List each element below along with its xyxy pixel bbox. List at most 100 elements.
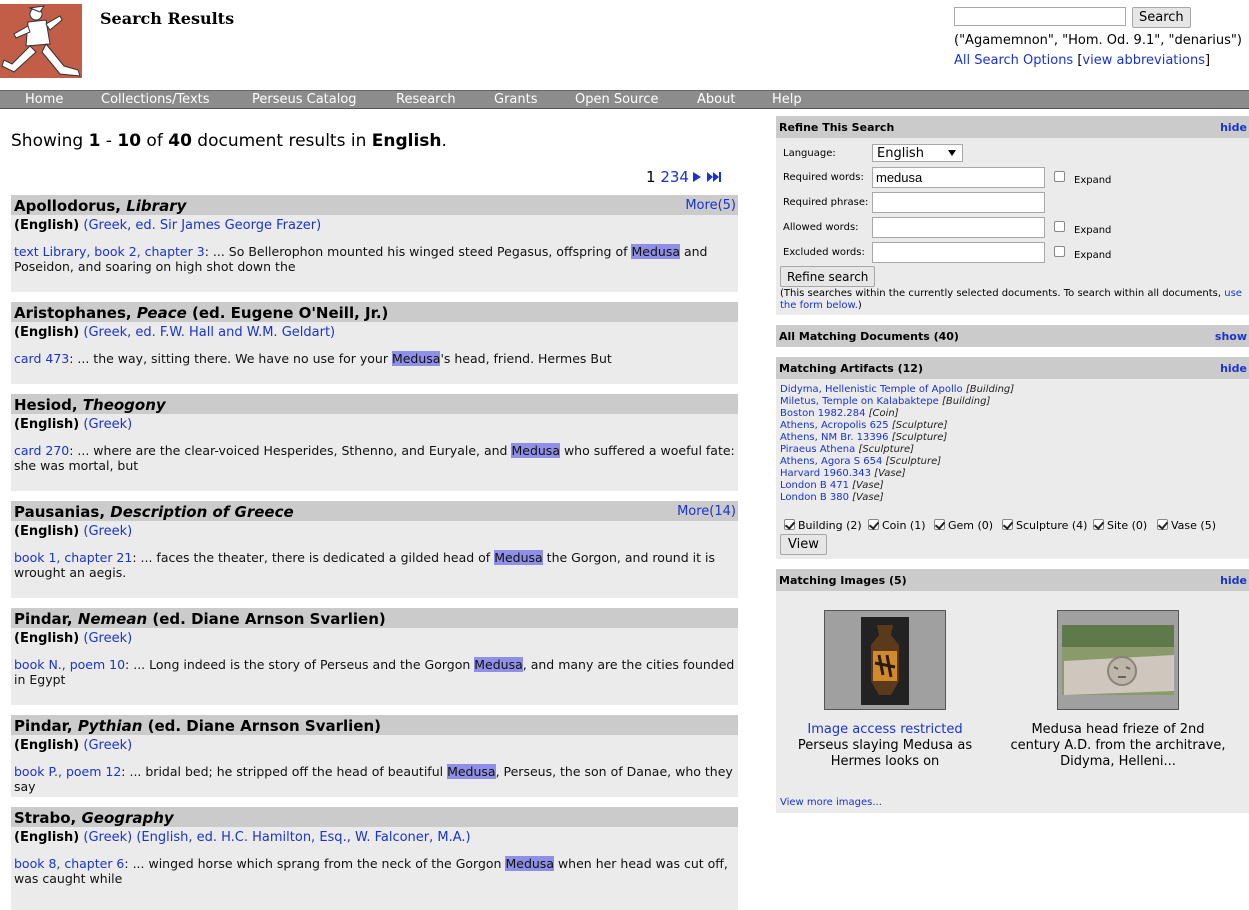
result-snippet: book 8, chapter 6: ... winged horse whic… [14,856,735,886]
artifacts-hide-link[interactable]: hide [1220,362,1247,375]
all-search-options-link[interactable]: All Search Options [954,53,1073,68]
image-thumbnail-vase[interactable] [824,610,946,710]
type-filter-vase[interactable]: Vase (5) [1157,519,1216,532]
building-checkbox[interactable] [784,519,795,530]
summary-prefix: Showing [11,131,89,151]
page-3-link[interactable]: 3 [670,168,680,186]
next-page-icon[interactable] [692,172,701,182]
view-artifacts-button[interactable]: View [780,534,827,555]
required-phrase-label: Required phrase: [783,197,869,208]
expand-required-checkbox[interactable] [1054,171,1065,182]
image-caption-1: Image access restricted Perseus slaying … [775,722,995,770]
result-title[interactable]: Pindar, Nemean (ed. Diane Arnson Svarlie… [14,610,386,628]
result-ref-link[interactable]: text Library, book 2, chapter 3 [14,244,205,259]
result-author: Pindar, [14,610,73,628]
result-title[interactable]: Pindar, Pythian (ed. Diane Arnson Svarli… [14,717,381,735]
type-filter-coin[interactable]: Coin (1) [868,519,926,532]
result-ref-link[interactable]: book 8, chapter 6 [14,856,124,871]
nav-open-source[interactable]: Open Source [575,91,659,109]
images-hide-link[interactable]: hide [1220,574,1247,587]
result-work: Pythian [77,717,143,735]
nav-about[interactable]: About [697,91,735,109]
result-source-link[interactable]: (Greek, ed. Sir James George Frazer) [83,218,321,233]
type-filter-building[interactable]: Building (2) [784,519,862,532]
artifact-link[interactable]: Athens, NM Br. 13396 [780,432,889,443]
artifact-link[interactable]: London B 380 [780,492,849,503]
result-source-link[interactable]: (Greek) [83,631,132,646]
nav-home[interactable]: Home [25,91,63,109]
images-header: Matching Images (5) hide [776,569,1249,591]
result-title[interactable]: Strabo, Geography [14,809,174,827]
expand-allowed-checkbox[interactable] [1054,221,1065,232]
result-ref-link[interactable]: book P., poem 12 [14,764,121,779]
vase-checkbox[interactable] [1157,519,1168,530]
image-thumbnail-frieze[interactable] [1057,610,1179,710]
search-button[interactable]: Search [1132,7,1191,28]
nav-collections-texts[interactable]: Collections/Texts [101,91,210,109]
result-source-link[interactable]: (Greek) [83,738,132,753]
view-abbreviations-link[interactable]: view abbreviations [1082,53,1205,68]
artifact-link[interactable]: Athens, Acropolis 625 [780,420,889,431]
artifacts-title: Matching Artifacts (12) [779,362,923,375]
refine-search-button[interactable]: Refine search [780,266,876,287]
all-documents-show-link[interactable]: show [1215,330,1247,343]
image-access-restricted-link[interactable]: Image access restricted [775,722,995,738]
perseus-logo[interactable] [0,4,82,78]
result-source-link[interactable]: (Greek) [83,830,132,845]
nav-grants[interactable]: Grants [494,91,538,109]
coin-checkbox[interactable] [868,519,879,530]
result-ref-link[interactable]: card 473 [14,351,69,366]
result-title[interactable]: Hesiod, Theogony [14,396,166,414]
language-select[interactable]: English [872,144,963,162]
result-source-link[interactable]: (Greek, ed. F.W. Hall and W.M. Geldart) [83,325,335,340]
artifact-link[interactable]: Didyma, Hellenistic Temple of Apollo [780,384,963,395]
artifact-link[interactable]: Harvard 1960.343 [780,468,871,479]
artifact-type: [Vase] [852,492,884,503]
sculpture-checkbox[interactable] [1002,519,1013,530]
page-2-link[interactable]: 2 [660,168,670,186]
result-source-link[interactable]: (Greek) [83,524,132,539]
nav-research[interactable]: Research [396,91,456,109]
search-input[interactable] [954,7,1126,26]
result-title[interactable]: Aristophanes, Peace (ed. Eugene O'Neill,… [14,304,388,322]
page-current: 1 [646,168,656,186]
result-languages: (English) (Greek, ed. Sir James George F… [14,218,738,233]
refine-hide-link[interactable]: hide [1220,121,1247,134]
artifact-link[interactable]: Boston 1982.284 [780,408,865,419]
result-source-link[interactable]: (English, ed. H.C. Hamilton, Esq., W. Fa… [136,830,470,845]
result-ref-link[interactable]: book 1, chapter 21 [14,550,132,565]
artifact-link[interactable]: London B 471 [780,480,849,491]
artifact-link[interactable]: Miletus, Temple on Kalabaktepe [780,396,939,407]
result-ref-link[interactable]: card 270 [14,443,69,458]
result-header: Strabo, Geography [11,807,738,827]
result-languages: (English) (Greek) (English, ed. H.C. Ham… [14,830,738,845]
result-title[interactable]: Pausanias, Description of Greece [14,503,294,521]
nav-perseus-catalog[interactable]: Perseus Catalog [252,91,357,109]
snippet-highlight: Medusa [391,351,441,366]
result-title[interactable]: Apollodorus, Library [14,197,186,215]
result-ref-link[interactable]: book N., poem 10 [14,657,125,672]
required-words-input[interactable] [872,167,1045,188]
artifact-link[interactable]: Athens, Agora S 654 [780,456,882,467]
result-work: Library [126,197,187,215]
expand-excluded-checkbox[interactable] [1054,246,1065,257]
view-more-images-link[interactable]: View more images... [780,797,882,808]
last-page-icon[interactable] [706,172,721,182]
type-filter-site[interactable]: Site (0) [1093,519,1147,532]
result-source-link[interactable]: (Greek) [83,417,132,432]
type-filter-gem[interactable]: Gem (0) [934,519,993,532]
required-phrase-input[interactable] [872,192,1045,213]
allowed-words-input[interactable] [872,217,1045,238]
nav-help[interactable]: Help [772,91,802,109]
result-work: Description of Greece [110,503,294,521]
gem-checkbox[interactable] [934,519,945,530]
site-checkbox[interactable] [1093,519,1104,530]
results-summary: Showing 1 - 10 of 40 document results in… [11,131,447,151]
result-more-link[interactable]: More(5) [685,198,736,213]
bracket-close: ] [1204,53,1211,68]
excluded-words-input[interactable] [872,242,1045,263]
artifact-link[interactable]: Piraeus Athena [780,444,855,455]
page-4-link[interactable]: 4 [679,168,689,186]
type-filter-sculpture[interactable]: Sculpture (4) [1002,519,1087,532]
result-more-link[interactable]: More(14) [677,504,736,519]
